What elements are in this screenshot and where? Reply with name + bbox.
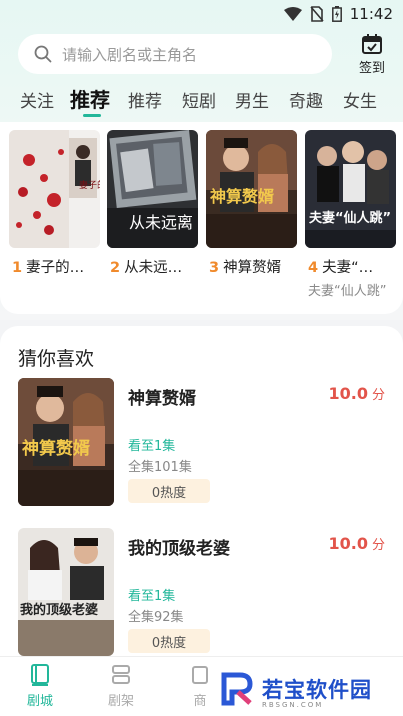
drama-title: 神算赘婿	[128, 389, 196, 409]
search-input[interactable]: 请输入剧名或主角名	[18, 34, 332, 74]
tab-male[interactable]: 男生	[235, 87, 269, 112]
episode-count: 全集92集	[128, 610, 184, 625]
rank-1: 1	[12, 260, 23, 276]
nav-label: 剧城	[26, 694, 53, 709]
nav-shelf[interactable]: 剧架	[91, 663, 151, 709]
book-icon	[31, 664, 49, 686]
heat-badge: 0热度	[128, 479, 210, 503]
recommend-title-1[interactable]: 1 妻子的…	[12, 256, 105, 277]
recommend-subtitle-4: 夫妻“仙人跳”	[308, 284, 387, 299]
poster-wife-secret-text: 妻子的秘密	[79, 179, 100, 191]
recommend-title-3[interactable]: 3 神算赘婿	[209, 256, 302, 277]
tab-fun[interactable]: 奇趣	[289, 87, 323, 112]
recommend-title-4[interactable]: 4 夫妻“…	[308, 256, 401, 277]
tab-follow[interactable]: 关注	[20, 87, 54, 112]
tab-female[interactable]: 女生	[343, 87, 377, 112]
battery-icon	[331, 6, 342, 22]
cover-text: 我的顶级老婆	[20, 602, 98, 618]
signin-label: 签到	[358, 61, 385, 76]
poster-couple-scam[interactable]: 夫妻“仙人跳”	[305, 130, 396, 248]
watch-progress: 看至1集	[128, 589, 176, 604]
wifi-icon	[283, 7, 302, 21]
recommend-title-2[interactable]: 2 从未远…	[110, 256, 203, 277]
rank-4: 4	[308, 260, 319, 276]
section-title: 猜你喜欢	[18, 348, 95, 370]
poster-never-left[interactable]: 从未远离	[107, 130, 198, 248]
no-sim-icon	[310, 6, 324, 22]
tab-recommend-active[interactable]: 推荐	[70, 84, 110, 113]
watch-progress: 看至1集	[128, 439, 176, 454]
watermark-subtext: RBSGN.COM	[262, 701, 324, 709]
poster-never-left-text: 从未远离	[129, 213, 193, 232]
signin-button[interactable]: 签到	[352, 33, 392, 77]
score-value: 10.0	[328, 534, 368, 553]
rank-2: 2	[110, 260, 121, 276]
cover-image: 神算赘婿	[18, 378, 114, 506]
poster-wife-secret[interactable]: 妻子的秘密	[9, 130, 100, 248]
nav-label: 剧架	[107, 694, 134, 709]
score-unit: 分	[371, 388, 385, 403]
drama-score: 10.0 分	[329, 534, 386, 553]
watermark: 若宝软件园 RBSGN.COM	[220, 665, 400, 713]
recommend-card: 妻子的秘密 1妻子的… 从未远离 2从未远… 神算赘婿	[0, 122, 403, 314]
drama-title: 我的顶级老婆	[128, 539, 230, 559]
drama-score: 10.0 分	[329, 384, 386, 403]
nav-theater[interactable]: 剧城	[10, 663, 70, 709]
watermark-text: 若宝软件园	[262, 678, 372, 702]
status-bar: 11:42	[0, 0, 403, 28]
heat-badge: 0热度	[128, 629, 210, 653]
rank-3: 3	[209, 260, 220, 276]
active-tab-indicator	[83, 114, 101, 117]
score-value: 10.0	[328, 384, 368, 403]
shelf-icon	[112, 665, 130, 684]
list-item[interactable]: 神算赘婿 神算赘婿 10.0 分 看至1集 全集101集 0热度	[0, 378, 403, 508]
recommend-title-3-text: 神算赘婿	[223, 260, 282, 276]
recommend-title-4-text: 夫妻“…	[322, 260, 374, 276]
category-tabs: 关注 推荐 推荐 短剧 男生 奇趣 女生	[0, 86, 403, 118]
calendar-check-icon	[362, 34, 382, 54]
search-icon	[34, 45, 52, 63]
poster-shensuan-text: 神算赘婿	[210, 187, 274, 206]
cover-text: 神算赘婿	[22, 438, 90, 459]
recommend-title-2-text: 从未远…	[124, 260, 183, 276]
poster-shensuan[interactable]: 神算赘婿	[206, 130, 297, 248]
tab-short-drama[interactable]: 短剧	[182, 87, 216, 112]
guess-you-like-section: 猜你喜欢 神算赘婿 神算赘婿 10.0 分 看至1集 全集101集 0热度 我的…	[0, 326, 403, 656]
nav-label: 商	[193, 694, 207, 709]
tab-recommend[interactable]: 推荐	[128, 87, 162, 112]
score-unit: 分	[371, 538, 385, 553]
episode-count: 全集101集	[128, 460, 192, 475]
search-placeholder: 请输入剧名或主角名	[62, 45, 198, 64]
poster-couple-scam-text: 夫妻“仙人跳”	[309, 210, 391, 226]
status-time: 11:42	[349, 5, 393, 23]
recommend-title-1-text: 妻子的…	[26, 260, 85, 276]
cover-image: 我的顶级老婆	[18, 528, 114, 656]
watermark-logo	[221, 672, 253, 706]
store-icon	[192, 666, 208, 684]
list-item[interactable]: 我的顶级老婆 我的顶级老婆 10.0 分 看至1集 全集92集 0热度	[0, 528, 403, 658]
